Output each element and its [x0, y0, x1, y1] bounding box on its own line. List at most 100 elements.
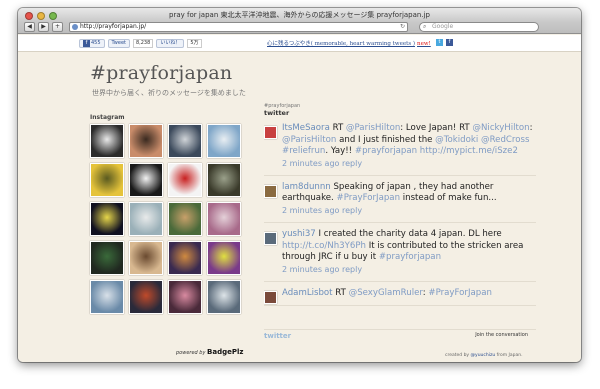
forward-arrow-icon: ▶ [41, 22, 46, 30]
tweet-text-segment: instead of make fun... [400, 193, 497, 204]
tweet-link[interactable]: #prayforjapan [379, 252, 441, 262]
tweet-text-segment: : [529, 123, 533, 133]
instagram-photo[interactable] [207, 280, 241, 314]
tweet-link[interactable]: @ParisHilton [346, 123, 400, 133]
twitter-icon[interactable]: t [436, 39, 443, 46]
tweet-avatar[interactable] [264, 126, 277, 139]
tweet-reply-link[interactable]: reply [339, 265, 362, 274]
instagram-photo[interactable] [168, 124, 202, 158]
twitter-logo: twitter [264, 332, 292, 340]
tweet-link[interactable]: #prayforjapan [355, 146, 417, 156]
credit-author-link[interactable]: @yuuchizu [471, 353, 496, 358]
instagram-photo[interactable] [90, 124, 124, 158]
url-text: http://prayforjapan.jp/ [80, 22, 147, 30]
tweet-avatar[interactable] [264, 290, 277, 304]
share-buttons: f 455 Tweet 8,238 いいね！ 5万 [79, 39, 202, 48]
tweet-meta: 2 minutes ago reply [282, 264, 536, 275]
tweet-link[interactable]: @ParisHilton [282, 135, 336, 145]
instagram-photo[interactable] [129, 202, 163, 236]
tweet-username[interactable]: yushi37 [282, 229, 319, 239]
tweet-time[interactable]: 2 minutes ago [282, 206, 339, 215]
tweet-meta: 2 minutes ago reply [282, 158, 536, 169]
facebook-icon: f [83, 40, 90, 47]
tweet-text-segment: I created the charity data 4 japan. DL h… [318, 228, 502, 239]
tweet-username[interactable]: lam8dunnn [282, 182, 333, 192]
back-button[interactable]: ◀ [24, 21, 35, 32]
facebook-icon[interactable]: f [446, 39, 453, 46]
tweet-button[interactable]: Tweet [107, 39, 130, 48]
tweet-feed: ItsMeSaora RT @ParisHilton: Love Japan! … [264, 123, 536, 328]
credit-suffix: from Japan. [495, 353, 523, 358]
instagram-photo[interactable] [129, 241, 163, 275]
like-button[interactable]: いいね！ [156, 39, 185, 48]
memorable-tweets-text: 心に残るつぶやき( memorable, heart warming tweet… [267, 41, 416, 47]
tweet-username[interactable]: AdamLisbot [282, 288, 335, 298]
instagram-heading: Instagram [90, 114, 125, 121]
page-tagline: 世界中から届く、祈りのメッセージを集めました [92, 89, 246, 97]
search-field[interactable]: ⌕ Google [419, 21, 539, 32]
back-arrow-icon: ◀ [27, 22, 32, 30]
tweet-text-segment: : Love Japan! RT [400, 123, 473, 133]
tweet-reply-link[interactable]: reply [339, 206, 362, 215]
window-title: pray for japan 東北太平洋沖地震、海外からの応援メッセージ集 pr… [169, 11, 430, 19]
powered-by-prefix: powered by [176, 350, 206, 356]
instagram-grid [90, 124, 245, 314]
tweet-link[interactable]: #PrayForJapan [337, 193, 401, 203]
social-icons: t f [436, 39, 453, 46]
tweet-link[interactable]: http://mypict.me/iSze2 [420, 146, 518, 156]
tweet-text-segment: RT [332, 123, 346, 133]
new-badge: new! [417, 41, 431, 47]
share-bar: f 455 Tweet 8,238 いいね！ 5万 心に残るつぶやき( memor… [18, 35, 581, 52]
add-bookmark-button[interactable]: + [52, 21, 63, 32]
instagram-photo[interactable] [207, 241, 241, 275]
title-bar: pray for japan 東北太平洋沖地震、海外からの応援メッセージ集 pr… [18, 8, 581, 34]
instagram-photo[interactable] [90, 202, 124, 236]
tweet-link[interactable]: @NickyHilton [472, 123, 529, 133]
site-icon [72, 23, 78, 30]
credit-prefix: created by [445, 353, 471, 358]
instagram-photo[interactable] [207, 124, 241, 158]
instagram-photo[interactable] [90, 280, 124, 314]
forward-button[interactable]: ▶ [38, 21, 49, 32]
instagram-photo[interactable] [90, 163, 124, 197]
tweet-item: lam8dunnn Speaking of japan , they had a… [264, 182, 536, 223]
memorable-tweets-link[interactable]: 心に残るつぶやき( memorable, heart warming tweet… [267, 39, 431, 47]
tweet-link[interactable]: @Tokidoki [435, 135, 478, 145]
page-title: #prayforjapan [90, 62, 233, 84]
tweet-link[interactable]: #PrayForJapan [428, 288, 492, 298]
site-credit: created by @yuuchizu from Japan. [445, 353, 523, 358]
instagram-photo[interactable] [168, 163, 202, 197]
instagram-photo[interactable] [207, 163, 241, 197]
instagram-photo[interactable] [129, 280, 163, 314]
tweet-avatar[interactable] [264, 231, 277, 245]
tweet-item: ItsMeSaora RT @ParisHilton: Love Japan! … [264, 123, 536, 176]
instagram-photo[interactable] [168, 202, 202, 236]
address-bar[interactable]: http://prayforjapan.jp/ ↻ [69, 21, 408, 32]
reload-icon[interactable]: ↻ [400, 23, 405, 31]
facebook-count: 455 [91, 40, 101, 46]
tweet-reply-link[interactable]: reply [339, 159, 362, 168]
instagram-photo[interactable] [168, 241, 202, 275]
tweet-item: yushi37 I created the charity data 4 jap… [264, 229, 536, 282]
search-placeholder: Google [432, 22, 454, 30]
join-conversation-link[interactable]: Join the conversation [475, 332, 528, 338]
facebook-share-button[interactable]: f 455 [79, 39, 105, 48]
instagram-photo[interactable] [207, 202, 241, 236]
tweet-link[interactable]: @RedCross [481, 135, 529, 145]
tweet-time[interactable]: 2 minutes ago [282, 265, 339, 274]
tweet-username[interactable]: ItsMeSaora [282, 123, 333, 133]
instagram-photo[interactable] [129, 163, 163, 197]
instagram-photo[interactable] [168, 280, 202, 314]
tweet-link[interactable]: @SexyGlamRuler [349, 288, 423, 298]
instagram-photo[interactable] [129, 124, 163, 158]
badgeplz-logo[interactable]: BadgePlz [207, 348, 243, 356]
instagram-photo[interactable] [90, 241, 124, 275]
tweet-link[interactable]: #reliefrun [282, 146, 325, 156]
tweet-text: yushi37 I created the charity data 4 jap… [282, 229, 536, 264]
tweet-time[interactable]: 2 minutes ago [282, 159, 339, 168]
browser-window: pray for japan 東北太平洋沖地震、海外からの応援メッセージ集 pr… [18, 8, 581, 362]
tweet-avatar[interactable] [264, 184, 277, 198]
tweet-text: ItsMeSaora RT @ParisHilton: Love Japan! … [282, 123, 536, 158]
tweet-meta: 2 minutes ago reply [282, 205, 536, 216]
tweet-link[interactable]: http://t.co/Nh3Y6Ph [282, 241, 366, 251]
